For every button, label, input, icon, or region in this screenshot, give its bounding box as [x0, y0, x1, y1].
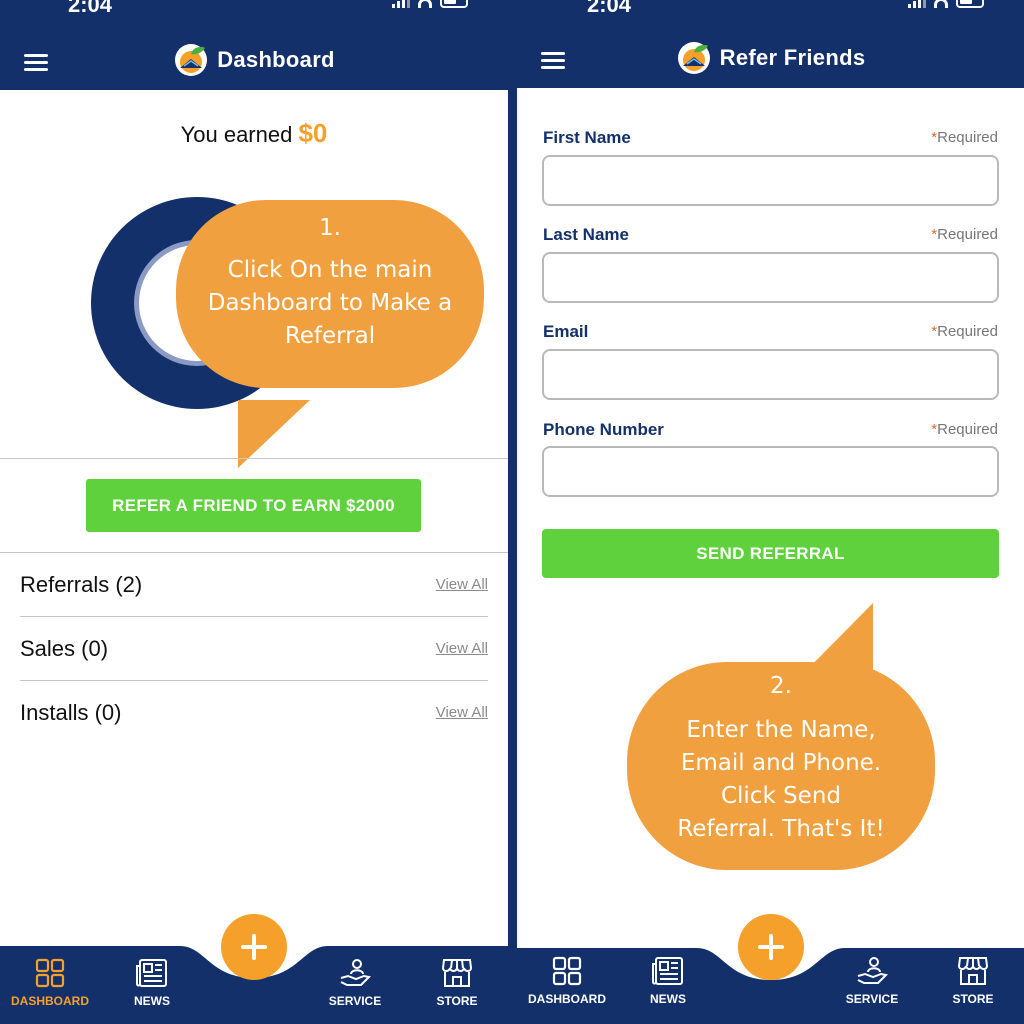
add-referral-fab-button[interactable] [738, 914, 804, 980]
tab-label: SERVICE [328, 994, 382, 1008]
tab-label: STORE [436, 994, 478, 1008]
view-all-link[interactable]: View All [436, 704, 488, 721]
callout-number: 2. [770, 673, 792, 699]
view-all-link[interactable]: View All [436, 576, 488, 593]
row-label: Sales (0) [20, 636, 109, 661]
callout-line: Enter the Name, [686, 717, 876, 743]
callout-line: Dashboard to Make a [207, 290, 453, 316]
newspaper-icon [652, 957, 683, 985]
list-item-installs: Installs (0) View All [20, 680, 488, 744]
tab-store[interactable]: STORE [923, 956, 1023, 1006]
tab-label: NEWS [134, 994, 170, 1008]
grid-icon [552, 956, 582, 986]
divider [0, 458, 508, 459]
instruction-callout-2: 2. Enter the Name, Email and Phone. Clic… [517, 0, 1024, 900]
tab-news[interactable]: NEWS [102, 958, 202, 1008]
callout-line: Referral. That's It! [677, 816, 885, 842]
dashboard-screen: 2:04 Dashboard You earned $0 1. Click On… [0, 0, 508, 1024]
tab-dashboard[interactable]: DASHBOARD [517, 956, 617, 1006]
callout-line: Click Send [720, 783, 842, 809]
refer-friends-screen: 2:04 Refer Friends First Name *Required … [517, 0, 1024, 1024]
callout-number: 1. [319, 215, 341, 241]
view-all-link[interactable]: View All [436, 640, 488, 657]
hand-service-icon [340, 959, 371, 986]
row-label: Referrals (2) [20, 572, 143, 597]
tab-service[interactable]: SERVICE [822, 956, 922, 1006]
tab-store[interactable]: STORE [407, 958, 507, 1008]
callout-line: Email and Phone. [680, 750, 882, 776]
tab-label: STORE [952, 992, 994, 1006]
callout-line: Click On the main [227, 257, 433, 283]
tab-dashboard[interactable]: DASHBOARD [0, 958, 100, 1008]
instruction-callout-1: 1. Click On the main Dashboard to Make a… [0, 0, 508, 470]
list-item-sales: Sales (0) View All [20, 616, 488, 680]
tab-label: DASHBOARD [11, 994, 89, 1008]
list-item-referrals: Referrals (2) View All [20, 552, 488, 616]
storefront-icon [957, 957, 989, 985]
grid-icon [35, 958, 65, 988]
tab-label: DASHBOARD [528, 992, 606, 1006]
callout-line: Referral [284, 323, 376, 349]
tab-service[interactable]: SERVICE [305, 958, 405, 1008]
hand-service-icon [857, 957, 888, 984]
tab-news[interactable]: NEWS [618, 956, 718, 1006]
refer-friend-button[interactable]: REFER A FRIEND TO EARN $2000 [86, 479, 421, 532]
row-label: Installs (0) [20, 700, 122, 725]
tab-label: SERVICE [845, 992, 899, 1006]
storefront-icon [441, 959, 473, 987]
newspaper-icon [136, 959, 167, 987]
tab-label: NEWS [650, 992, 686, 1006]
add-referral-fab-button[interactable] [221, 914, 287, 980]
